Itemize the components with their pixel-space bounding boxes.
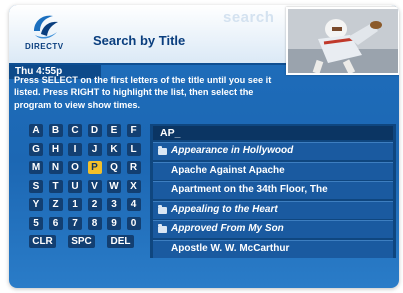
key-d[interactable]: D <box>87 124 102 137</box>
search-entry-text: AP_ <box>160 127 181 139</box>
clr-button[interactable]: CLR <box>29 235 56 248</box>
key-4[interactable]: 4 <box>126 198 141 211</box>
key-7[interactable]: 7 <box>68 216 82 230</box>
del-button[interactable]: DEL <box>107 235 134 248</box>
key-w[interactable]: W <box>107 179 121 193</box>
key-e[interactable]: E <box>107 124 121 137</box>
key-r[interactable]: R <box>126 161 141 174</box>
key-f[interactable]: F <box>126 124 141 137</box>
key-0[interactable]: 0 <box>126 216 141 230</box>
spc-button[interactable]: SPC <box>68 235 95 248</box>
key-t[interactable]: T <box>48 179 63 193</box>
key-n[interactable]: N <box>48 161 63 174</box>
key-a[interactable]: A <box>29 124 43 137</box>
result-item[interactable]: Appearance in Hollywood <box>153 142 393 160</box>
search-input[interactable]: AP_ <box>153 126 393 140</box>
key-i[interactable]: I <box>68 142 82 156</box>
promo-image <box>286 7 399 75</box>
key-8[interactable]: 8 <box>87 216 102 230</box>
tv-screen: DIRECTV search Search by Title Thu 4:55p… <box>9 5 399 288</box>
key-z[interactable]: Z <box>48 198 63 211</box>
key-p[interactable]: P <box>87 161 102 174</box>
result-title: Apartment on the 34th Floor, The <box>171 184 328 195</box>
result-title: Apache Against Apache <box>171 164 285 176</box>
result-item[interactable]: Appealing to the Heart <box>153 200 393 219</box>
key-u[interactable]: U <box>68 179 82 193</box>
key-y[interactable]: Y <box>29 198 43 211</box>
key-o[interactable]: O <box>68 161 82 174</box>
result-item[interactable]: Apostle W. W. McCarthur <box>153 239 393 258</box>
folder-icon <box>158 146 167 155</box>
folder-icon <box>158 224 167 233</box>
result-item[interactable]: Apartment on the 34th Floor, The <box>153 181 393 199</box>
results-panel: AP_ Appearance in Hollywood Apache Agains… <box>150 124 396 258</box>
key-s[interactable]: S <box>29 179 43 193</box>
folder-icon <box>158 204 167 214</box>
result-item[interactable]: Approved From My Son <box>153 220 393 238</box>
result-title: Appearance in Hollywood <box>171 145 294 156</box>
key-5[interactable]: 5 <box>29 216 43 230</box>
directv-wordmark: DIRECTV <box>25 42 64 51</box>
instructions-text: Press SELECT on the first letters of the… <box>14 75 272 110</box>
key-j[interactable]: J <box>87 142 102 156</box>
page-title: Search by Title <box>93 33 186 48</box>
section-label: search <box>223 9 275 26</box>
key-h[interactable]: H <box>48 142 63 156</box>
result-title: Apostle W. W. McCarthur <box>171 242 290 254</box>
result-title: Appealing to the Heart <box>171 203 278 215</box>
letter-keypad: A B C D E F G H I J K L M N O P Q R S T U V W X Y Z 1 2 3 4 5 6 7 8 9 0 CLR S… <box>29 124 151 254</box>
result-title: Approved From My Son <box>171 223 284 234</box>
directv-cyclone-icon <box>34 15 58 39</box>
key-b[interactable]: B <box>48 124 63 137</box>
result-item[interactable]: Apache Against Apache <box>153 161 393 180</box>
key-1[interactable]: 1 <box>68 198 82 211</box>
key-v[interactable]: V <box>87 179 102 193</box>
key-g[interactable]: G <box>29 142 43 156</box>
key-q[interactable]: Q <box>107 161 121 174</box>
key-x[interactable]: X <box>126 179 141 193</box>
key-2[interactable]: 2 <box>87 198 102 211</box>
key-3[interactable]: 3 <box>107 198 121 211</box>
directv-logo: DIRECTV <box>25 11 77 57</box>
key-9[interactable]: 9 <box>107 216 121 230</box>
key-k[interactable]: K <box>107 142 121 156</box>
key-c[interactable]: C <box>68 124 82 137</box>
key-6[interactable]: 6 <box>48 216 63 230</box>
key-m[interactable]: M <box>29 161 43 174</box>
key-l[interactable]: L <box>126 142 141 156</box>
